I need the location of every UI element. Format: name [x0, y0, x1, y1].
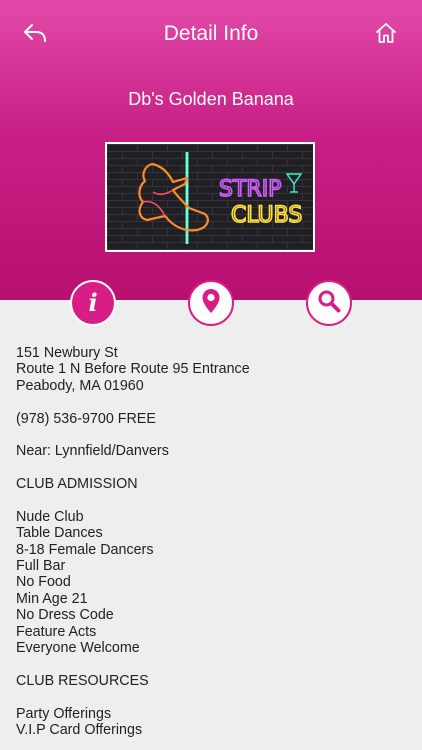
- admission-item: Table Dances: [16, 525, 103, 542]
- near-location: Near: Lynnfield/Danvers: [16, 443, 169, 460]
- club-banner-image: STRIP CLUBS: [105, 142, 315, 252]
- resources-heading: CLUB RESOURCES: [16, 672, 149, 689]
- admission-item: Everyone Welcome: [16, 640, 140, 657]
- admission-item: Min Age 21: [16, 590, 88, 607]
- admission-heading: CLUB ADMISSION: [16, 476, 138, 493]
- resource-item: V.I.P Card Offerings: [16, 721, 143, 738]
- admission-item: No Food: [16, 574, 71, 591]
- resource-item: Party Offerings: [16, 705, 112, 722]
- tab-map[interactable]: [188, 280, 234, 326]
- address-line: 151 Newbury St: [16, 345, 118, 361]
- admission-item: Nude Club: [16, 508, 84, 525]
- info-icon: i: [88, 288, 98, 317]
- admission-item: 8-18 Female Dancers: [16, 541, 154, 558]
- svg-text:CLUBS: CLUBS: [231, 203, 302, 228]
- admission-item: Feature Acts: [16, 623, 97, 640]
- svg-text:STRIP: STRIP: [219, 177, 281, 202]
- home-button[interactable]: [370, 20, 402, 50]
- admission-item: No Dress Code: [16, 607, 114, 624]
- club-name: Db's Golden Banana: [128, 89, 294, 109]
- tab-search[interactable]: [306, 280, 352, 326]
- header: Detail Info Db's Golden Banana STRIP CLU…: [0, 0, 422, 300]
- page-title: Detail Info: [163, 22, 259, 45]
- tab-info[interactable]: i: [70, 280, 116, 326]
- club-details: 151 Newbury St Route 1 N Before Route 95…: [16, 345, 411, 738]
- admission-item: Full Bar: [16, 558, 66, 575]
- address-line: Peabody, MA 01960: [16, 377, 144, 394]
- home-icon: [374, 21, 398, 50]
- address-line: Route 1 N Before Route 95 Entrance: [16, 361, 250, 378]
- search-icon: [317, 289, 341, 318]
- phone-number[interactable]: (978) 536-9700 FREE: [16, 411, 411, 427]
- map-pin-icon: [201, 288, 221, 319]
